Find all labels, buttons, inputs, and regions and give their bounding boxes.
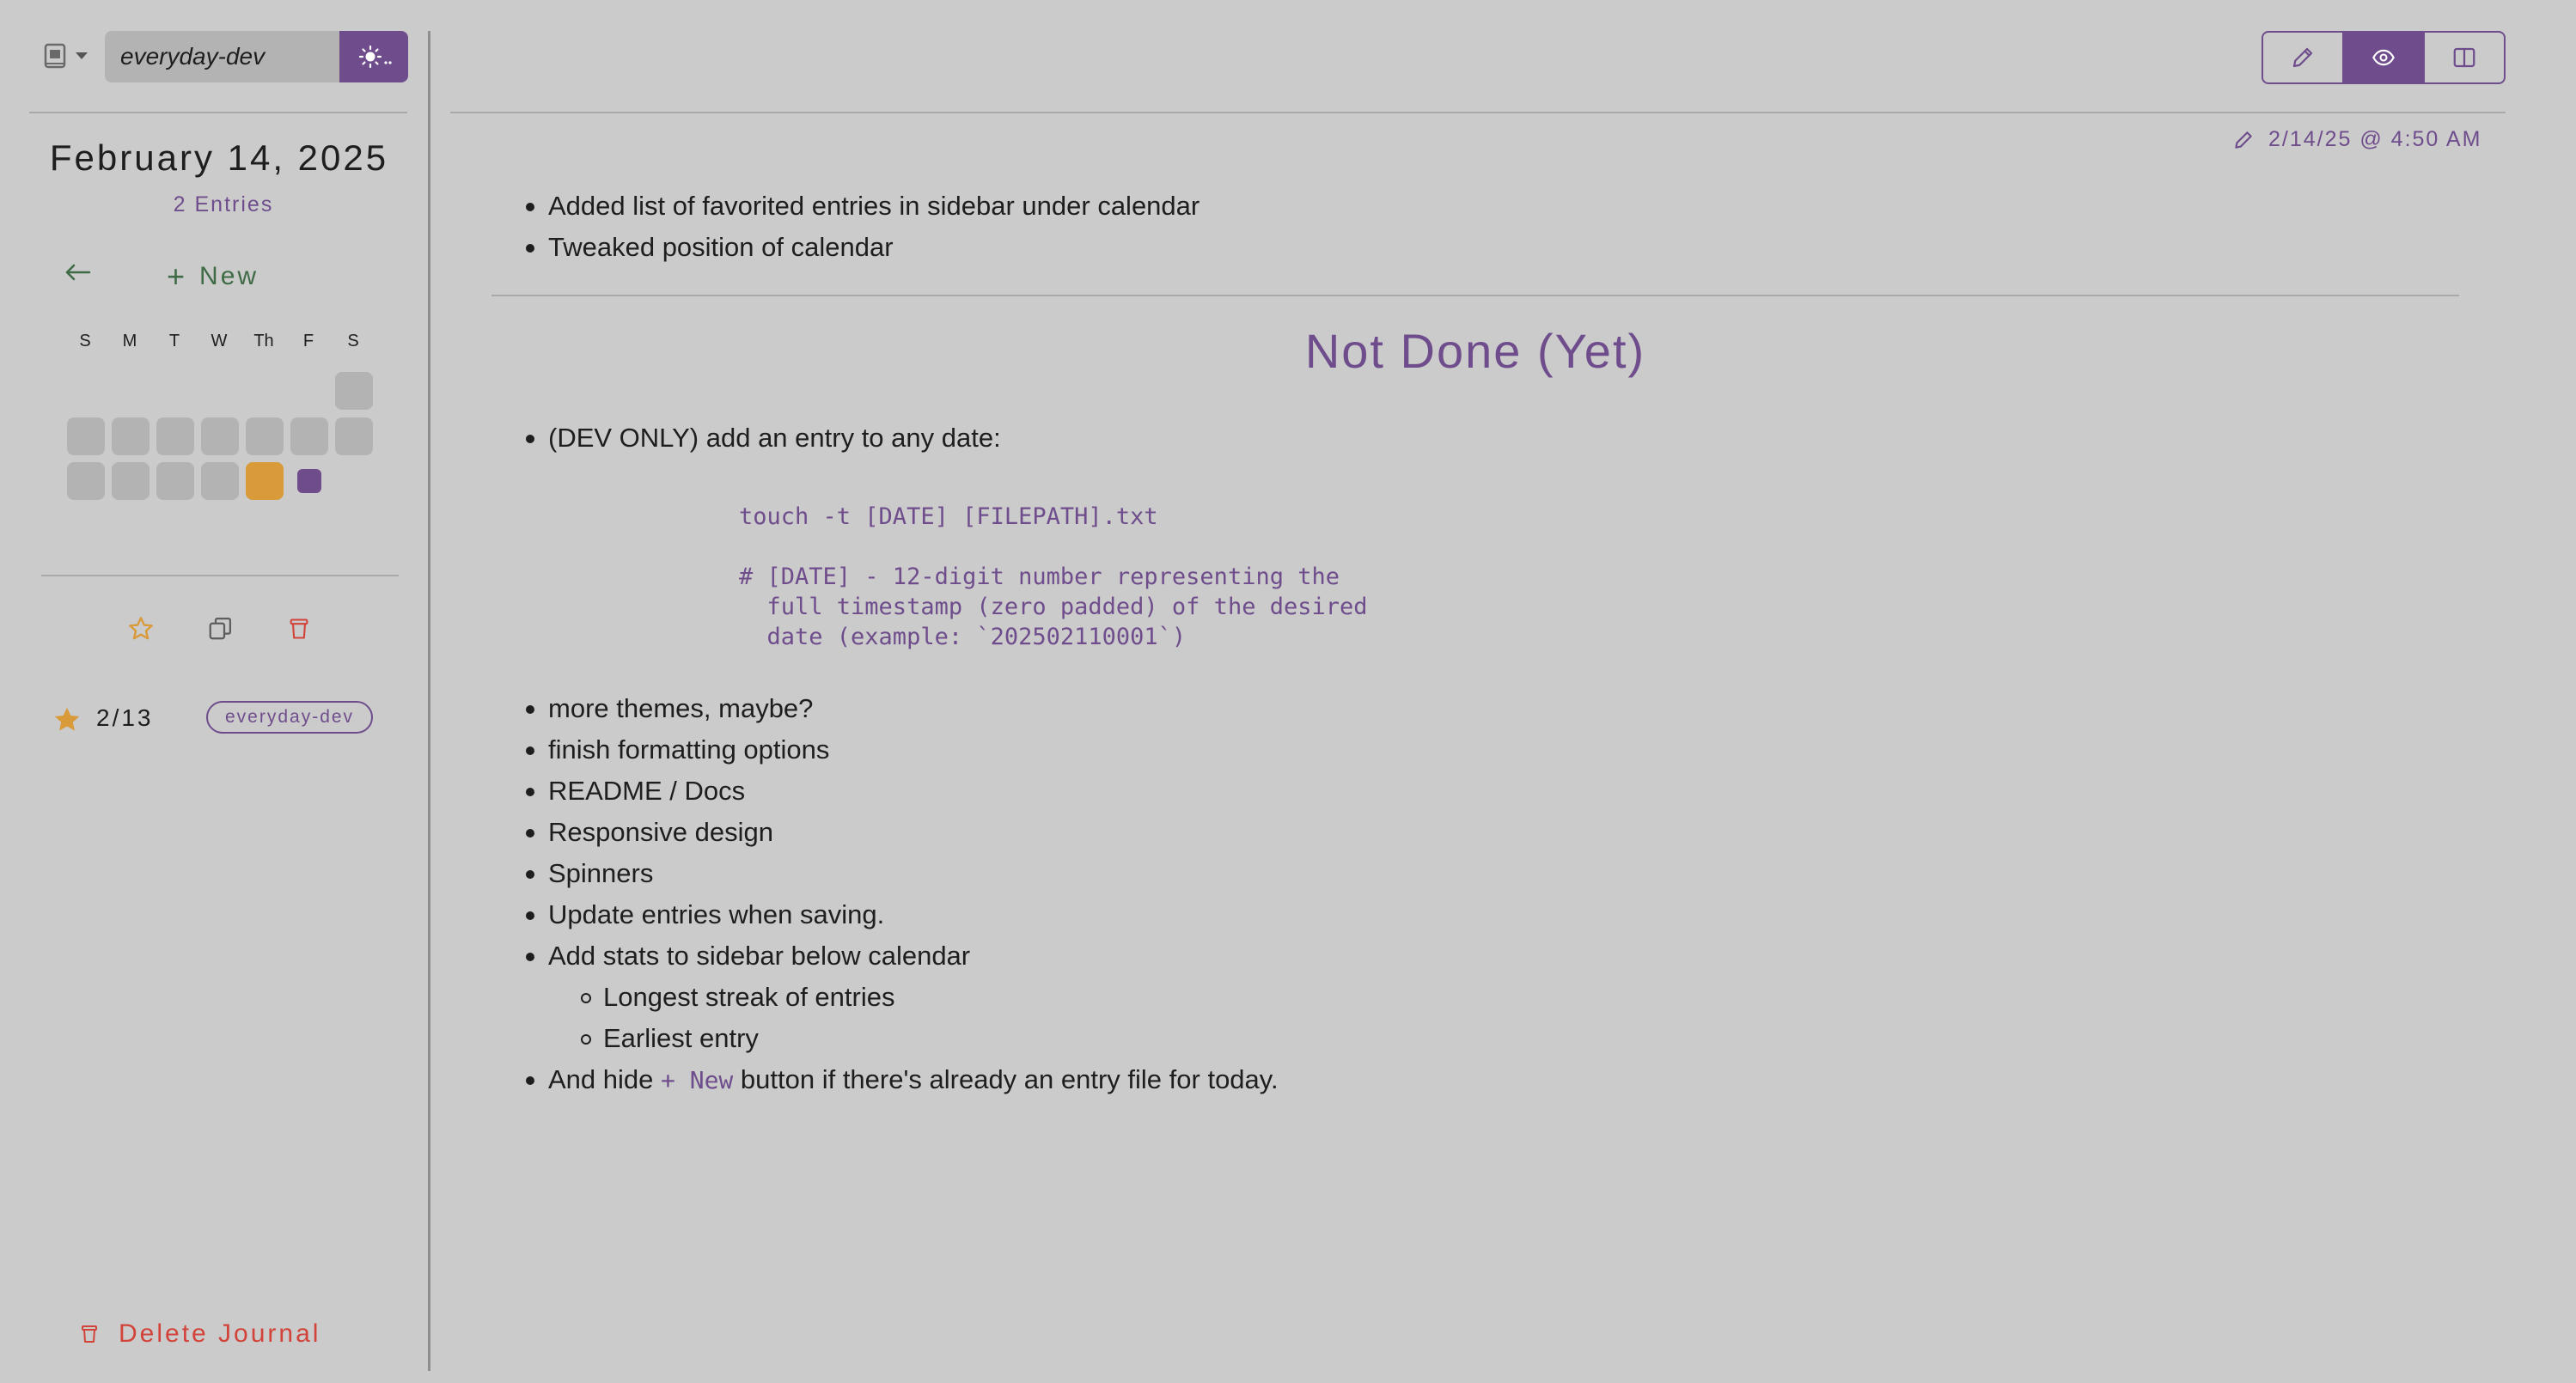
sidebar-resize-handle[interactable] [428,31,430,1371]
view-mode-toggle [2262,31,2506,84]
sublist-item: Longest streak of entries [580,977,894,1018]
calendar-day[interactable] [201,462,239,500]
calendar-day-future[interactable] [297,469,321,493]
calendar-day[interactable] [335,372,373,410]
timestamp-text: 2/14/25 @ 4:50 AM [2268,127,2482,151]
entries-count: 2 Entries [173,192,274,216]
dev-list: (DEV ONLY) add an entry to any date: [526,417,1001,459]
entry-timestamp: 2/14/25 @ 4:50 AM [2232,127,2481,152]
journal-icon [44,43,66,69]
calendar-day[interactable] [112,462,150,500]
todo-list: more themes, maybe? finish formatting op… [525,688,970,977]
list-item: Update entries when saving. [525,894,970,935]
done-list: Added list of favorited entries in sideb… [525,186,1199,268]
hide-list: And hide + New button if there's already… [526,1059,1279,1100]
copy-button[interactable] [203,612,237,646]
pencil-icon [2292,47,2313,68]
star-filled-icon [54,707,80,731]
calendar-day[interactable] [335,417,373,455]
trash-icon [82,1325,97,1343]
inline-code: + New [661,1066,734,1094]
sublist-item: Earliest entry [580,1018,894,1059]
theme-toggle-button[interactable] [339,31,408,82]
sidebar-divider [41,575,399,576]
copy-icon [209,618,231,640]
eye-icon [2372,49,2395,66]
section-heading: Not Done (Yet) [1304,324,1646,378]
calendar-day[interactable] [290,417,328,455]
sidebar-divider [29,112,407,113]
preview-mode-button[interactable] [2344,33,2425,82]
weekday-label: T [168,332,180,350]
calendar-day-today[interactable] [246,462,284,500]
calendar-day[interactable] [67,462,105,500]
list-item-text: button if there's already an entry file … [733,1064,1279,1094]
markdown-divider [491,295,2459,296]
journal-menu-button[interactable] [43,40,96,72]
list-item: (DEV ONLY) add an entry to any date: [526,417,1001,459]
list-item: finish formatting options [525,729,970,771]
list-item: And hide + New button if there's already… [526,1059,1279,1100]
favorite-entry-link[interactable]: 2/13 [96,704,154,732]
calendar-day[interactable] [112,417,150,455]
weekday-label: S [79,332,91,350]
list-item: Add stats to sidebar below calendar [525,935,970,977]
weekday-label: W [211,332,228,350]
toolbar-divider [450,112,2506,113]
new-entry-label: New [199,262,259,290]
arrow-left-icon [65,264,91,281]
sun-icon [358,45,392,69]
code-block: touch -t [DATE] [FILEPATH].txt # [DATE] … [739,503,1368,650]
list-item: Spinners [525,853,970,894]
calendar-day[interactable] [201,417,239,455]
sidebar: February 14, 2025 2 Entries + New S M T … [0,0,428,1383]
journal-name-input[interactable] [105,31,341,82]
plus-icon: + [167,259,188,294]
delete-journal-label: Delete Journal [119,1319,321,1348]
calendar-day[interactable] [156,417,194,455]
list-item: README / Docs [525,771,970,812]
split-mode-button[interactable] [2425,33,2504,82]
calendar-day[interactable] [246,417,284,455]
list-item-text: And hide [548,1064,661,1094]
star-icon [129,617,153,640]
new-entry-button[interactable]: + New [167,258,259,295]
columns-icon [2453,47,2475,68]
list-item: Added list of favorited entries in sideb… [525,186,1199,227]
trash-icon [290,618,308,639]
list-item: Tweaked position of calendar [525,227,1199,268]
weekday-label: S [347,332,359,350]
stats-sublist: Longest streak of entries Earliest entry [580,977,894,1059]
weekday-label: Th [253,332,274,350]
chevron-down-icon [76,52,88,59]
list-item: more themes, maybe? [525,688,970,729]
weekday-label: F [302,332,314,350]
previous-day-button[interactable] [64,258,98,292]
edit-mode-button[interactable] [2263,33,2344,82]
delete-entry-button[interactable] [282,612,316,646]
delete-journal-button[interactable]: Delete Journal [79,1319,320,1349]
selected-date-title: February 14, 2025 [49,137,389,178]
weekday-label: M [122,332,137,350]
list-item: Responsive design [525,812,970,853]
favorite-button[interactable] [124,612,158,646]
calendar-day[interactable] [156,462,194,500]
pencil-icon [2235,131,2252,149]
calendar-day[interactable] [67,417,105,455]
favorite-journal-tag[interactable]: everyday-dev [206,701,374,734]
